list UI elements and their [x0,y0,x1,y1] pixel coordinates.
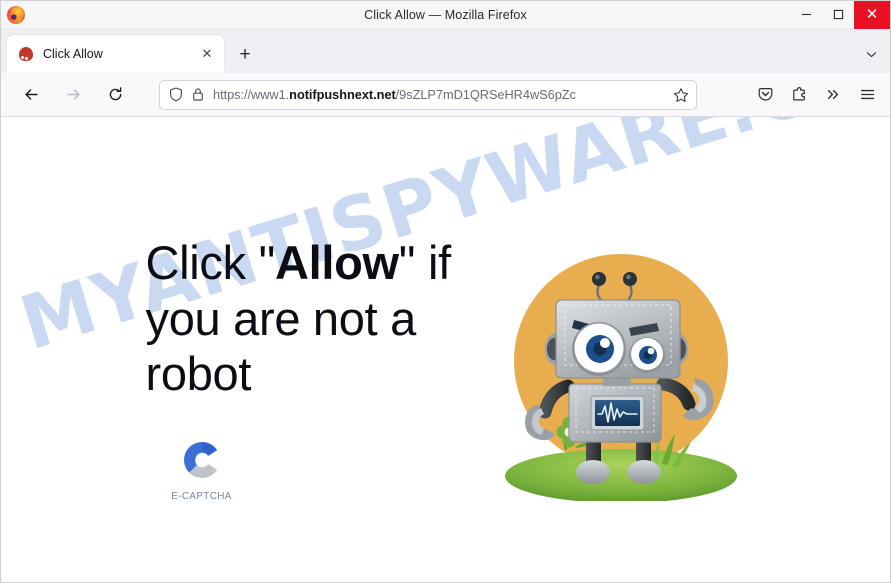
headline-column: Click "Allow" if you are not a robot E-C… [146,235,476,503]
close-button[interactable]: ✕ [854,1,890,29]
page-viewport: MYANTISPYWARE.COM Click "Allow" if you a… [1,117,890,582]
forward-arrow-icon [57,79,89,111]
padlock-secure-icon[interactable] [192,87,204,102]
e-captcha-c-logo-icon [178,436,226,484]
title-bar: Click Allow — Mozilla Firefox ✕ [1,1,890,29]
address-bar[interactable]: https://www1.notifpushnext.net/9sZLP7mD1… [159,79,697,110]
e-captcha-label: E-CAPTCHA [171,491,232,503]
maximize-button[interactable] [822,1,854,29]
headline-part-1: Click " [145,235,276,289]
window-title: Click Allow — Mozilla Firefox [364,7,527,22]
extensions-puzzle-icon[interactable] [784,80,814,110]
tab-title: Click Allow [43,47,103,61]
url-host: notifpushnext.net [289,87,396,102]
tab-strip: Click Allow ✕ + [1,29,890,73]
tab-close-icon[interactable]: ✕ [197,44,217,64]
url-scheme: https://www1. [213,87,290,102]
window-controls: ✕ [790,1,890,29]
overflow-chevrons-icon[interactable] [818,80,848,110]
url-text[interactable]: https://www1.notifpushnext.net/9sZLP7mD1… [213,87,669,102]
navigation-toolbar: https://www1.notifpushnext.net/9sZLP7mD1… [1,73,890,117]
page-content: Click "Allow" if you are not a robot E-C… [1,117,890,582]
site-favicon [18,46,34,62]
reload-icon[interactable] [99,79,131,111]
new-tab-button[interactable]: + [230,39,260,69]
browser-tab[interactable]: Click Allow ✕ [7,35,224,73]
minimize-button[interactable] [790,1,822,29]
pocket-icon[interactable] [750,80,780,110]
headline-allow-word: Allow [274,235,399,289]
tracking-protection-shield-icon[interactable] [169,87,183,102]
page-headline: Click "Allow" if you are not a robot [146,235,476,403]
hamburger-menu-icon[interactable] [852,80,882,110]
toolbar-right-icons [750,80,882,110]
bookmark-star-icon[interactable] [673,87,689,103]
url-path: /9sZLP7mD1QRSeHR4wS6pZc [395,87,576,102]
back-arrow-icon[interactable] [15,79,47,111]
chevron-down-icon[interactable] [856,39,886,69]
e-captcha-badge: E-CAPTCHA [159,436,245,502]
firefox-browser-window: Click Allow — Mozilla Firefox ✕ Click Al… [0,0,891,583]
robot-illustration [496,236,746,501]
firefox-logo-icon [7,5,25,24]
